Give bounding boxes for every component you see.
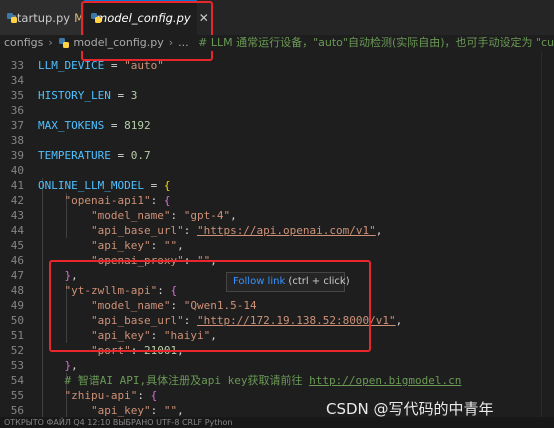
- code-line[interactable]: 42 "openai-api1": {: [0, 193, 554, 208]
- line-number: 44: [10, 224, 24, 237]
- code-text[interactable]: # 智谱AI API,具体注册及api key获取请前往 http://open…: [38, 373, 462, 388]
- line-number: 39: [10, 149, 24, 162]
- breadcrumb-folder[interactable]: configs: [4, 36, 43, 49]
- tab-label: startup.py: [10, 10, 71, 25]
- line-number: 48: [10, 284, 24, 297]
- code-line[interactable]: 33 LLM_DEVICE = "auto": [0, 58, 554, 73]
- code-text[interactable]: "api_key": "",: [38, 403, 184, 417]
- line-number: 50: [10, 314, 24, 327]
- follow-link-tooltip[interactable]: Follow link (ctrl + click): [226, 272, 350, 292]
- watermark: CSDN @写代码的中青年: [326, 400, 494, 418]
- line-number: 37: [10, 119, 24, 132]
- code-text[interactable]: TEMPERATURE = 0.7: [38, 148, 151, 163]
- overflow-comment: # LLM 通常运行设备，"auto"自动检测(实际自由)，也可手动设定为 "c…: [198, 36, 554, 49]
- line-number: 54: [10, 374, 24, 387]
- chevron-right-icon: ›: [168, 36, 174, 49]
- line-number: 56: [10, 404, 24, 417]
- line-number: 46: [10, 254, 24, 267]
- python-file-icon: [6, 12, 17, 24]
- line-number: 55: [10, 389, 24, 402]
- code-text[interactable]: ONLINE_LLM_MODEL = {: [38, 178, 170, 193]
- code-text[interactable]: "zhipu-api": {: [38, 388, 158, 403]
- line-number: 52: [10, 344, 24, 357]
- line-number: 42: [10, 194, 24, 207]
- follow-link[interactable]: Follow link: [233, 276, 285, 287]
- line-number: 36: [10, 104, 24, 117]
- code-line[interactable]: 39 TEMPERATURE = 0.7: [0, 148, 554, 163]
- line-number: 43: [10, 209, 24, 222]
- line-number: 35: [10, 89, 24, 102]
- line-number: 40: [10, 164, 24, 177]
- code-editor[interactable]: 33 LLM_DEVICE = "auto" 34 35 HISTORY_LEN = 3…: [0, 51, 554, 417]
- code-line[interactable]: 35 HISTORY_LEN = 3: [0, 88, 554, 103]
- line-number: 38: [10, 134, 24, 147]
- code-text[interactable]: LLM_DEVICE = "auto": [38, 58, 164, 73]
- code-text[interactable]: "api_key": "",: [38, 238, 184, 253]
- code-line[interactable]: 44 "api_base_url": "https://api.openai.c…: [0, 223, 554, 238]
- tab-startup-py[interactable]: startup.py M: [0, 0, 84, 35]
- code-line[interactable]: 54 # 智谱AI API,具体注册及api key获取请前往 http://o…: [0, 373, 554, 388]
- line-number: 53: [10, 359, 24, 372]
- code-line[interactable]: 34: [0, 73, 554, 88]
- line-number: 34: [10, 74, 24, 87]
- code-line[interactable]: 53 },: [0, 358, 554, 373]
- breadcrumb: configs › model_config.py ›... # LLM 通常运行设…: [0, 35, 554, 51]
- code-text[interactable]: MAX_TOKENS = 8192: [38, 118, 151, 133]
- breadcrumb-more[interactable]: ...: [178, 36, 189, 49]
- line-number: 41: [10, 179, 24, 192]
- code-line[interactable]: 38: [0, 133, 554, 148]
- code-text[interactable]: },: [38, 358, 78, 373]
- code-line[interactable]: 40: [0, 163, 554, 178]
- line-number: 47: [10, 269, 24, 282]
- code-text[interactable]: "api_base_url": "https://api.openai.com/…: [38, 223, 382, 238]
- code-line[interactable]: 43 "model_name": "gpt-4",: [0, 208, 554, 223]
- code-line[interactable]: 41 ONLINE_LLM_MODEL = {: [0, 178, 554, 193]
- line-number: 45: [10, 239, 24, 252]
- code-text[interactable]: "openai-api1": {: [38, 193, 171, 208]
- line-number: 49: [10, 299, 24, 312]
- code-line[interactable]: 36: [0, 103, 554, 118]
- breadcrumb-file[interactable]: model_config.py: [73, 36, 163, 49]
- status-text: ОТКРЫТО ФАЙЛ Q4 12:10 ВЫБРАНО UTF-8 CRLF…: [4, 418, 233, 427]
- python-file-icon: [58, 37, 70, 49]
- code-line[interactable]: 45 "api_key": "",: [0, 238, 554, 253]
- tooltip-shortcut: (ctrl + click): [288, 276, 350, 287]
- code-text[interactable]: "model_name": "gpt-4",: [38, 208, 237, 223]
- code-line[interactable]: 37 MAX_TOKENS = 8192: [0, 118, 554, 133]
- line-number: 33: [10, 59, 24, 72]
- vertical-scrollbar[interactable]: [541, 51, 554, 417]
- code-text[interactable]: HISTORY_LEN = 3: [38, 88, 137, 103]
- chevron-right-icon: ›: [48, 36, 53, 49]
- line-number: 51: [10, 329, 24, 342]
